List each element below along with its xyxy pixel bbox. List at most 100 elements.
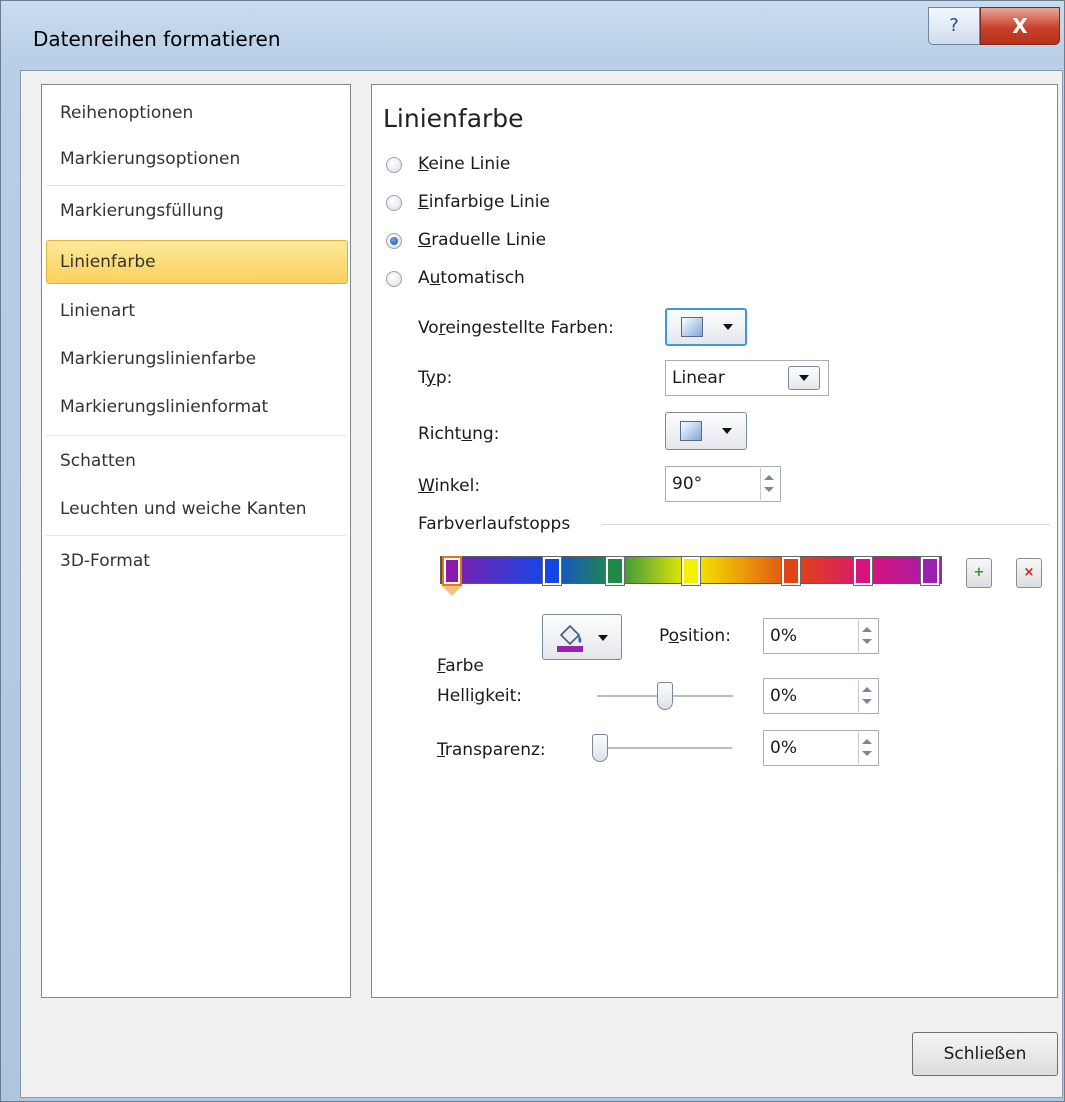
label-transparency: Transparenz:: [437, 740, 546, 760]
gradient-stop-pointer: [781, 586, 801, 596]
chevron-down-icon: [723, 324, 733, 330]
sidebar-item-markierungsoptionen[interactable]: Markierungsoptionen: [42, 137, 350, 181]
brightness-slider[interactable]: [597, 680, 733, 712]
transparency-slider-thumb[interactable]: [592, 734, 608, 762]
transparency-input[interactable]: 0%: [763, 730, 879, 766]
chevron-down-icon: [799, 375, 809, 381]
sidebar-item-markierungslinienformat[interactable]: Markierungslinienformat: [42, 385, 350, 429]
brightness-spinner[interactable]: [858, 680, 876, 712]
label-keine-linie[interactable]: Keine Linie: [418, 154, 510, 174]
sidebar-item-label: Schatten: [60, 451, 136, 471]
add-stop-button[interactable]: +: [966, 558, 992, 588]
gradient-stop-pointer: [853, 586, 873, 596]
sidebar-item-label: Markierungslinienformat: [60, 397, 269, 417]
label-direction: Richtung:: [418, 424, 500, 444]
spin-up-icon: [764, 475, 774, 480]
spin-up-icon: [862, 739, 872, 744]
label-preset-colors: Voreingestellte Farben:: [418, 318, 614, 338]
radio-keine-linie[interactable]: [386, 157, 402, 173]
remove-stop-button[interactable]: ×: [1016, 558, 1042, 588]
remove-stop-icon: ×: [1023, 565, 1035, 580]
chevron-down-icon: [598, 635, 608, 641]
label-angle: Winkel:: [418, 476, 481, 496]
position-value: 0%: [770, 626, 797, 646]
sidebar-item-label: Reihenoptionen: [60, 103, 194, 123]
sidebar-item-label: Markierungslinienfarbe: [60, 349, 257, 369]
spin-down-icon: [862, 751, 872, 756]
brightness-slider-thumb[interactable]: [657, 682, 673, 710]
label-graduelle-linie[interactable]: Graduelle Linie: [418, 230, 546, 250]
transparency-value: 0%: [770, 738, 797, 758]
transparency-slider[interactable]: [592, 732, 732, 764]
gradient-stops-track[interactable]: [442, 552, 940, 604]
spin-down-icon: [862, 699, 872, 704]
chevron-down-icon: [722, 428, 732, 434]
type-select[interactable]: Linear: [665, 360, 829, 396]
close-dialog-button[interactable]: Schließen: [912, 1032, 1058, 1076]
gradient-stop-3[interactable]: [605, 556, 625, 586]
radio-graduelle-linie[interactable]: [386, 233, 402, 249]
sidebar-item-3d-format[interactable]: 3D-Format: [42, 539, 350, 583]
angle-spinner[interactable]: [760, 468, 778, 500]
brightness-input[interactable]: 0%: [763, 678, 879, 714]
preset-colors-dropdown[interactable]: [665, 308, 747, 346]
sidebar-item-linienart[interactable]: Linienart: [42, 289, 350, 333]
add-stop-icon: +: [973, 565, 985, 580]
angle-value: 90°: [672, 474, 703, 494]
gradient-stop-pointer: [542, 586, 562, 596]
sidebar-item-schatten[interactable]: Schatten: [42, 439, 350, 483]
direction-dropdown[interactable]: [665, 412, 747, 450]
brightness-value: 0%: [770, 686, 797, 706]
close-window-button[interactable]: X: [980, 7, 1060, 45]
gradient-stop-pointer: [681, 586, 701, 596]
gradient-direction-icon: [680, 421, 702, 441]
sidebar-item-markierungslinienfarbe[interactable]: Markierungslinienfarbe: [42, 337, 350, 381]
label-type: Typ:: [418, 368, 453, 388]
spin-down-icon: [862, 639, 872, 644]
position-input[interactable]: 0%: [763, 618, 879, 654]
gradient-stop-1[interactable]: [442, 556, 462, 586]
sidebar-item-linienfarbe[interactable]: Linienfarbe: [46, 240, 348, 284]
type-select-button[interactable]: [788, 366, 820, 390]
gradient-stop-5[interactable]: [781, 556, 801, 586]
gradient-stop-7[interactable]: [920, 556, 940, 586]
label-position: Position:: [659, 626, 731, 646]
sidebar-item-label: Linienfarbe: [60, 252, 156, 272]
spin-up-icon: [862, 627, 872, 632]
transparency-spinner[interactable]: [858, 732, 876, 764]
sidebar-item-label: Markierungsoptionen: [60, 149, 241, 169]
sidebar-item-label: 3D-Format: [60, 551, 150, 571]
settings-panel: [371, 84, 1058, 998]
sidebar-divider: [46, 435, 346, 436]
panel-title: Linienfarbe: [383, 104, 524, 133]
radio-automatisch[interactable]: [386, 271, 402, 287]
angle-input[interactable]: 90°: [665, 466, 781, 502]
spin-up-icon: [862, 687, 872, 692]
group-divider: [602, 524, 1050, 525]
category-list: Reihenoptionen Markierungsoptionen Marki…: [41, 84, 351, 998]
fill-bucket-icon: [557, 624, 583, 652]
label-color: Farbe: [437, 656, 484, 676]
label-brightness: Helligkeit:: [437, 686, 523, 706]
label-einfarbige-linie[interactable]: Einfarbige Linie: [418, 192, 550, 212]
label-automatisch[interactable]: Automatisch: [418, 268, 525, 288]
gradient-stop-6[interactable]: [853, 556, 873, 586]
radio-einfarbige-linie[interactable]: [386, 195, 402, 211]
gradient-stop-4[interactable]: [681, 556, 701, 586]
position-spinner[interactable]: [858, 620, 876, 652]
gradient-stop-pointer: [442, 586, 462, 596]
help-button[interactable]: ?: [928, 7, 980, 45]
sidebar-item-markierungsfuellung[interactable]: Markierungsfüllung: [42, 189, 350, 233]
color-picker-button[interactable]: [542, 614, 622, 660]
sidebar-divider: [46, 185, 346, 186]
spin-down-icon: [764, 487, 774, 492]
title-bar[interactable]: Datenreihen formatieren ? X: [1, 1, 1064, 81]
sidebar-item-label: Markierungsfüllung: [60, 201, 224, 221]
sidebar-item-reihenoptionen[interactable]: Reihenoptionen: [42, 91, 350, 135]
sidebar-item-leuchten[interactable]: Leuchten und weiche Kanten: [42, 487, 350, 531]
gradient-swatch-icon: [681, 317, 703, 337]
gradient-stop-pointer: [605, 586, 625, 596]
gradient-stop-pointer: [920, 586, 940, 596]
sidebar-item-label: Linienart: [60, 301, 135, 321]
gradient-stop-2[interactable]: [542, 556, 562, 586]
